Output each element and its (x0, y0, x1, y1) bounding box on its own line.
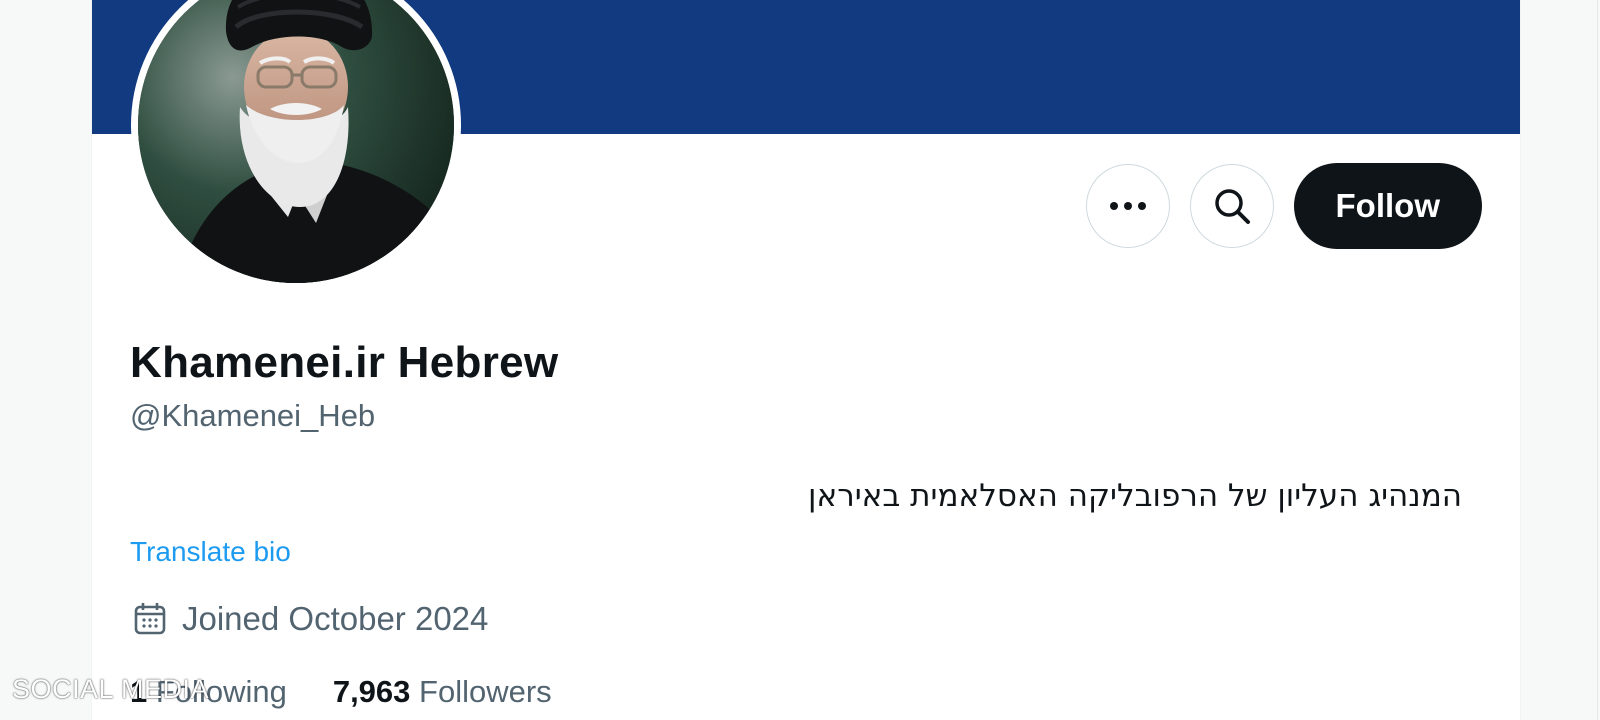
followers-label: Followers (419, 674, 552, 709)
profile-card: Follow Khamenei.ir Hebrew @Khamenei_Heb … (91, 0, 1521, 720)
more-options-button[interactable] (1085, 164, 1170, 248)
translate-bio-link[interactable]: Translate bio (130, 536, 291, 568)
avatar-ring (131, 0, 461, 290)
watermark-text: SOCIAL MEDIA (12, 674, 210, 704)
calendar-icon (134, 603, 166, 635)
joined-text: Joined October 2024 (182, 600, 489, 637)
followers-stat[interactable]: 7,963 Followers (333, 674, 552, 710)
profile-actions: Follow (1085, 163, 1482, 249)
search-icon (1214, 189, 1250, 224)
profile-bio: המנהיג העליון של הרפובליקה האסלאמית באיר… (808, 478, 1462, 514)
right-divider (1597, 0, 1598, 720)
user-handle: @Khamenei_Heb (130, 398, 376, 433)
display-name: Khamenei.ir Hebrew (130, 338, 559, 387)
joined-date: Joined October 2024 (132, 600, 488, 638)
avatar[interactable] (138, 0, 454, 283)
search-profile-button[interactable] (1189, 164, 1274, 248)
followers-count: 7,963 (332, 674, 411, 709)
avatar-photo (138, 0, 454, 283)
more-horizontal-icon (1109, 202, 1146, 210)
follow-button[interactable]: Follow (1293, 163, 1482, 249)
